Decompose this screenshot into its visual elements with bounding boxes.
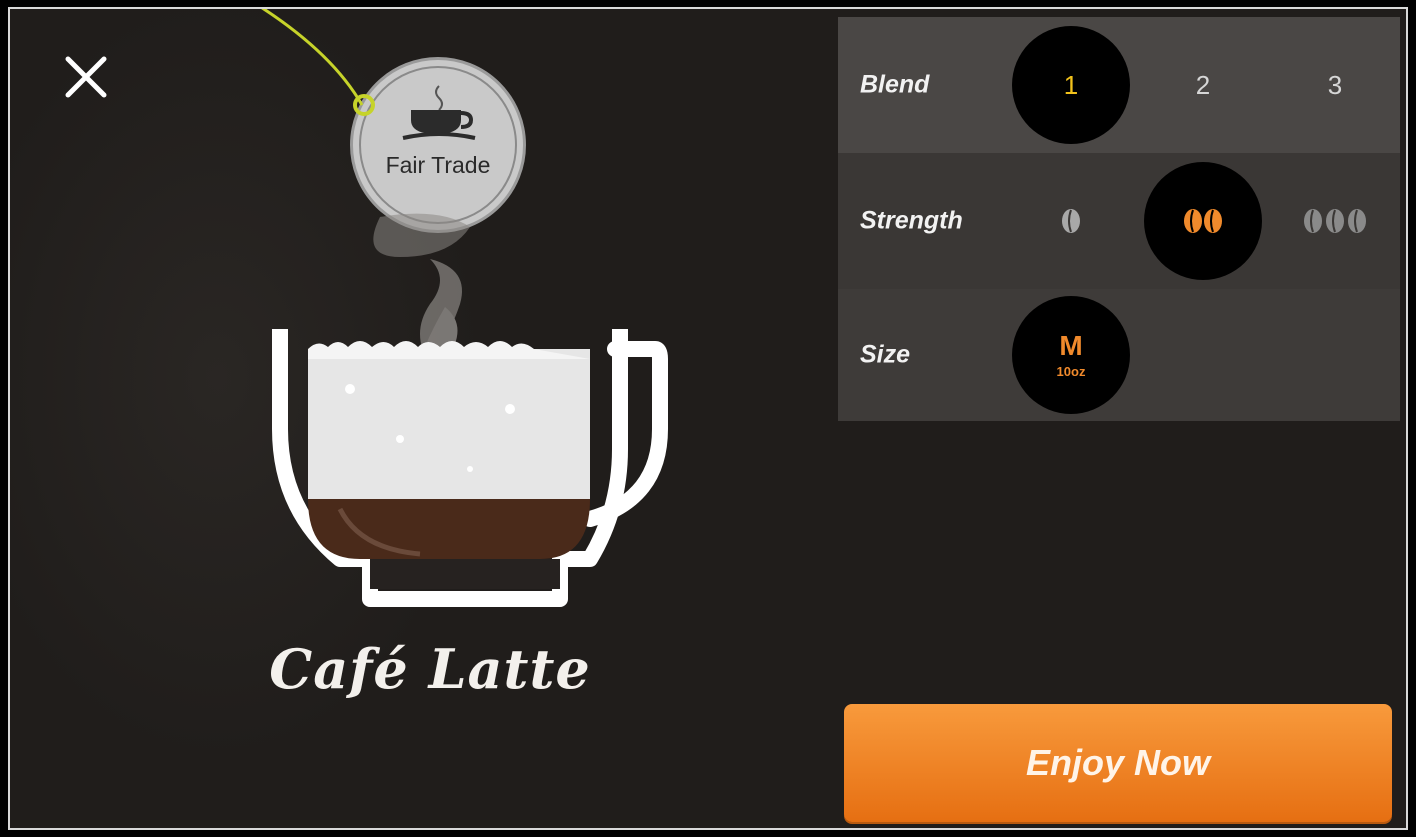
size-oz: 10oz: [1056, 363, 1086, 379]
drink-name: Café Latte: [269, 637, 591, 701]
close-icon: [65, 56, 107, 98]
badge-label: Fair Trade: [385, 152, 491, 178]
blend-label: Blend: [860, 70, 930, 99]
fair-trade-badge: Fair Trade: [350, 57, 526, 233]
blend-option-2[interactable]: 2: [1144, 26, 1262, 144]
strength-option-medium[interactable]: [1144, 162, 1262, 280]
size-row: Size M 10oz: [838, 289, 1400, 421]
options-panel: Blend 1 2 3 Strength Size M 10oz: [838, 17, 1400, 421]
blend-option-1[interactable]: 1: [1012, 26, 1130, 144]
blend-option-3-label: 3: [1327, 69, 1343, 100]
blend-option-2-label: 2: [1195, 69, 1211, 100]
size-letter: M: [1059, 329, 1083, 361]
strength-option-strong[interactable]: [1276, 162, 1394, 280]
blend-option-1-label: 1: [1063, 69, 1079, 100]
size-label: Size: [860, 340, 911, 369]
fair-trade-cup-icon: [402, 85, 476, 140]
enjoy-now-button[interactable]: Enjoy Now: [844, 704, 1392, 822]
coffee-screen: Fair Trade Café Latte Blend 1 2 3 Streng…: [8, 7, 1408, 830]
enjoy-now-label: Enjoy Now: [1025, 742, 1210, 783]
strength-label: Strength: [860, 206, 963, 235]
latte-cup-illustration: [272, 213, 668, 607]
blend-row: Blend 1 2 3: [838, 17, 1400, 153]
size-option-medium[interactable]: M 10oz: [1012, 296, 1130, 414]
bean-icon: [1304, 209, 1366, 233]
strength-row: Strength: [838, 153, 1400, 289]
bean-icon: [1062, 209, 1080, 233]
bean-icon: [1184, 209, 1222, 233]
blend-option-3[interactable]: 3: [1276, 26, 1394, 144]
close-button[interactable]: [60, 51, 112, 103]
strength-option-mild[interactable]: [1012, 162, 1130, 280]
